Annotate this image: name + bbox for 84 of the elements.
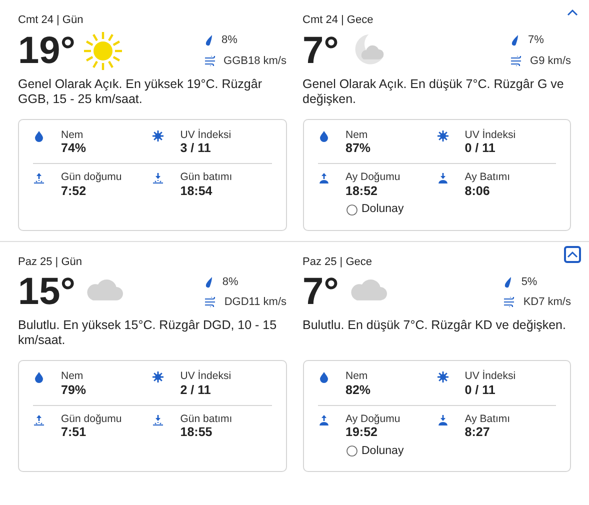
stat-value: 8:27 — [464, 425, 491, 440]
stat-label: Ay Batımı — [464, 414, 510, 426]
humidity-icon — [33, 130, 45, 142]
stat-label: UV İndeksi — [464, 130, 516, 142]
stat-value: 19:52 — [346, 425, 378, 440]
forecast-description: Genel Olarak Açık. En yüksek 19°C. Rüzgâr GGB, 15 - 25 km/saat. — [18, 76, 263, 106]
sunrise-icon — [33, 414, 45, 426]
stat-label: Gün doğumu — [61, 414, 122, 426]
sun-icon — [436, 130, 449, 142]
moonset-icon — [436, 172, 449, 184]
collapse-button[interactable] — [564, 246, 581, 262]
raindrop-icon — [510, 34, 520, 46]
sun-icon — [83, 30, 124, 70]
stat-value: 0 / 11 — [464, 141, 496, 156]
sunset-icon — [152, 172, 164, 184]
stat-value: 18:54 — [180, 184, 214, 198]
precipitation-value: 5% — [521, 274, 538, 290]
stat-label: UV İndeksi — [180, 130, 232, 142]
stat-value: 8:06 — [464, 184, 491, 198]
chevron-up-icon — [567, 9, 578, 16]
day-header: Paz 25 | Gece — [302, 254, 374, 270]
stat-label: Nem — [61, 371, 84, 383]
stat-label: UV İndeksi — [180, 371, 232, 383]
stat-value: 7:52 — [61, 184, 88, 198]
wind-icon — [503, 297, 516, 308]
stat-value: 3 / 11 — [180, 141, 212, 156]
precipitation-value: 8% — [222, 33, 238, 48]
forecast-description: Bulutlu. En düşük 7°C. Rüzgâr KD ve değişken. — [302, 318, 567, 334]
moonset-icon — [436, 414, 449, 426]
stat-label: Nem — [61, 130, 84, 142]
forecast-description: Genel Olarak Açık. En düşük 7°C. Rüzgâr G ve değişken. — [302, 76, 565, 106]
temperature: 7° — [302, 273, 339, 311]
forecast-description: Bulutlu. En yüksek 15°C. Rüzgâr DGD, 10 - 15 km/saat. — [18, 318, 278, 348]
stat-label: Nem — [346, 130, 369, 142]
stat-label: Ay Doğumu — [346, 414, 402, 426]
chevron-up-icon — [567, 250, 578, 258]
wind-value: DGD11 km/s — [224, 295, 286, 310]
stat-value: 18:52 — [346, 184, 378, 198]
stat-label: Gün batımı — [180, 172, 232, 184]
stat-value: 79% — [61, 382, 86, 397]
stat-label: Gün doğumu — [61, 172, 122, 184]
moonrise-icon — [318, 414, 330, 426]
raindrop-icon — [204, 34, 214, 46]
day-header: Cmt 24 | Gece — [302, 13, 374, 28]
stat-value: 74% — [61, 141, 86, 156]
stat-label: Ay Doğumu — [346, 172, 402, 184]
moon-phase: Dolunay — [362, 202, 404, 218]
wind-icon — [204, 56, 216, 66]
stat-value: 82% — [346, 382, 371, 397]
stat-value: 2 / 11 — [180, 382, 212, 397]
full-moon-icon — [346, 204, 358, 216]
sun-icon — [436, 371, 449, 383]
wind-value: GGB18 km/s — [224, 54, 286, 68]
wind-icon — [204, 297, 216, 308]
stat-label: Ay Batımı — [464, 172, 510, 184]
stat-label: Nem — [346, 371, 369, 383]
sun-icon — [152, 130, 164, 142]
day-header: Cmt 24 | Gün — [18, 13, 84, 28]
stat-label: Gün batımı — [180, 414, 232, 426]
precipitation-value: 8% — [222, 274, 238, 290]
full-moon-icon — [346, 445, 358, 458]
stat-value: 18:55 — [180, 425, 214, 440]
day-header: Paz 25 | Gün — [18, 254, 84, 270]
humidity-icon — [318, 130, 330, 142]
temperature: 15° — [18, 273, 76, 311]
sunrise-icon — [33, 172, 45, 184]
stat-value: 87% — [346, 141, 371, 156]
stat-value: 0 / 11 — [464, 382, 496, 397]
sun-icon — [152, 371, 164, 383]
humidity-icon — [318, 371, 330, 383]
moon-phase: Dolunay — [362, 444, 404, 459]
temperature: 19° — [18, 32, 76, 70]
sunset-icon — [152, 414, 164, 426]
wind-icon — [510, 56, 522, 66]
stat-value: 7:51 — [61, 425, 88, 440]
raindrop-icon — [204, 276, 214, 288]
raindrop-icon — [503, 276, 514, 288]
precipitation-value: 7% — [528, 33, 544, 48]
wind-value: KD7 km/s — [523, 295, 571, 310]
wind-value: G9 km/s — [530, 54, 571, 68]
temperature: 7° — [302, 32, 339, 70]
moonrise-icon — [318, 172, 330, 184]
humidity-icon — [33, 371, 45, 383]
stat-label: UV İndeksi — [464, 371, 516, 383]
